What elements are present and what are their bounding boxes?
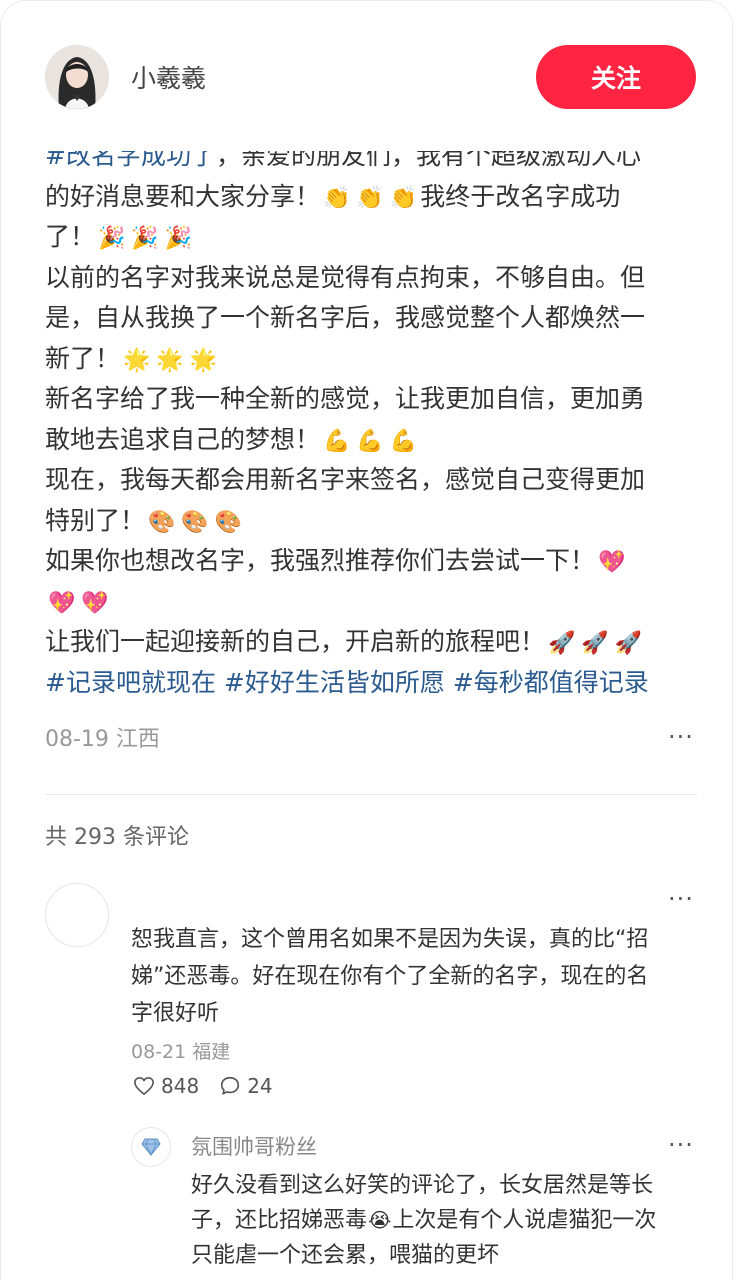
post-line: 敢地去追求自己的梦想！ 💪 💪 💪 (45, 420, 695, 461)
post-text: 了！ (45, 222, 96, 251)
like-button[interactable]: 848 (133, 1074, 199, 1098)
post-line: 了！ 🎉 🎉 🎉 (45, 217, 695, 258)
muscle-emoji: 💪 (389, 428, 418, 454)
divider (45, 794, 697, 795)
post-header: 小羲羲 关注 (1, 1, 732, 151)
palette-emoji: 🎨 (214, 509, 243, 535)
post-line: 以前的名字对我来说总是觉得有点拘束，不够自由。但 (45, 262, 646, 292)
post-detail-panel: 小羲羲 关注 #改名字成功了，亲爱的朋友们，我有个超级激动人心 的好消息要和大家… (0, 0, 733, 1280)
comment-text: 恕我直言，这个曾用名如果不是因为失误，真的比“招 娣”还恶毒。好在现在你有个了全… (131, 921, 691, 1032)
avatar-photo (45, 45, 109, 109)
post-line: 是，自从我换了一个新名字后，我感觉整个人都焕然一 (45, 303, 646, 332)
clap-emoji: 👏 (323, 185, 351, 211)
post-text: 敢地去追求自己的梦想！ (45, 424, 321, 454)
party-emoji: 🎉 (98, 226, 126, 251)
follow-button[interactable]: 关注 (536, 45, 696, 109)
crying-emoji: 😭 (368, 1208, 392, 1232)
comment-more-button[interactable]: ··· (668, 885, 694, 913)
heart-emoji: 💖 (48, 590, 76, 616)
clap-emoji: 👏 (356, 185, 384, 211)
reply-text: 好久没看到这么好笑的评论了，长女居然是等长 子，还比招娣恶毒😭上次是有个人说虐猫… (191, 1168, 711, 1273)
reply-text-segment: 子，还比招娣恶毒 (191, 1208, 368, 1233)
muscle-emoji: 💪 (356, 428, 384, 454)
post-text: 新了！ (45, 343, 121, 373)
reply-line: 子，还比招娣恶毒😭上次是有个人说虐猫犯一次 (191, 1203, 711, 1238)
rocket-emoji: 🚀 (581, 631, 609, 656)
comment-line: 字很好听 (131, 1001, 220, 1026)
post-line: 特别了！ 🎨 🎨 🎨 (45, 501, 695, 542)
post-text: 如果你也想改名字，我强烈推荐你们去尝试一下！ (45, 546, 596, 575)
commenter-avatar[interactable] (45, 883, 109, 947)
hashtag-link[interactable]: #记录吧就现在 (45, 668, 216, 697)
star-emoji: 🌟 (123, 347, 151, 373)
heart-emoji: 💖 (598, 550, 626, 575)
party-emoji: 🎉 (131, 226, 159, 251)
reply-line: 好久没看到这么好笑的评论了，长女居然是等长 (191, 1173, 654, 1198)
star-emoji: 🌟 (189, 347, 218, 373)
comment-line: 恕我直言，这个曾用名如果不是因为失误，真的比“招 (131, 927, 649, 952)
post-date-location: 08-19 江西 (45, 727, 160, 752)
post-line: 的好消息要和大家分享！ 👏 👏 👏 我终于改名字成功 (45, 177, 695, 218)
author-avatar[interactable] (45, 45, 109, 109)
comment-date-location: 08-21 福建 (131, 1041, 231, 1063)
post-more-button[interactable]: ··· (668, 723, 694, 751)
hashtag-link[interactable]: #每秒都值得记录 (453, 668, 649, 697)
post-line: 现在，我每天都会用新名字来签名，感觉自己变得更加 (45, 465, 646, 494)
reply-line: 只能虐一个还会累，喂猫的更坏 (191, 1243, 500, 1268)
reply-avatar[interactable] (131, 1127, 171, 1167)
post-text: 的好消息要和大家分享！ (45, 181, 321, 211)
reply-more-button[interactable]: ··· (668, 1131, 694, 1159)
post-text: 特别了！ (45, 505, 146, 535)
like-count: 848 (161, 1074, 200, 1098)
comment-count: 共 293 条评论 (45, 825, 189, 850)
diamond-icon (141, 1138, 161, 1156)
post-line: 如果你也想改名字，我强烈推荐你们去尝试一下！ 💖 (45, 541, 695, 582)
post-text: 让我们一起迎接新的自己，开启新的旅程吧！ (45, 627, 546, 656)
clap-emoji: 👏 (389, 185, 418, 211)
reply-count: 24 (247, 1074, 273, 1098)
hashtag-link[interactable]: #好好生活皆如所愿 (224, 668, 445, 697)
post-line: 💖 💖 (45, 582, 695, 623)
post-text: 我终于改名字成功 (420, 181, 621, 211)
palette-emoji: 🎨 (181, 509, 209, 535)
reply-button[interactable]: 24 (219, 1074, 273, 1098)
palette-emoji: 🎨 (148, 509, 176, 535)
reply-author-name[interactable]: 氛围帅哥粉丝 (191, 1131, 317, 1161)
rocket-emoji: 🚀 (614, 631, 643, 656)
muscle-emoji: 💪 (323, 428, 351, 454)
heart-emoji: 💖 (81, 590, 109, 616)
comment-actions: 848 24 (133, 1074, 293, 1098)
comment-bubble-icon (221, 1076, 240, 1095)
post-line: 新名字给了我一种全新的感觉，让我更加自信，更加勇 (45, 384, 646, 413)
post-line: 新了！ 🌟 🌟 🌟 (45, 339, 695, 380)
post-tags: #记录吧就现在 #好好生活皆如所愿 #每秒都值得记录 (45, 663, 695, 704)
rocket-emoji: 🚀 (548, 631, 576, 656)
author-name[interactable]: 小羲羲 (131, 59, 206, 95)
heart-icon (134, 1077, 154, 1095)
post-content: #改名字成功了，亲爱的朋友们，我有个超级激动人心 的好消息要和大家分享！ 👏 👏 👏 我… (45, 136, 695, 703)
post-line: 让我们一起迎接新的自己，开启新的旅程吧！ 🚀 🚀 🚀 (45, 622, 695, 663)
party-emoji: 🎉 (164, 226, 193, 251)
comment-line: 娣”还恶毒。好在现在你有个了全新的名字，现在的名 (131, 964, 649, 989)
reply-text-segment: 上次是有个人说虐猫犯一次 (392, 1208, 657, 1233)
star-emoji: 🌟 (156, 347, 184, 373)
